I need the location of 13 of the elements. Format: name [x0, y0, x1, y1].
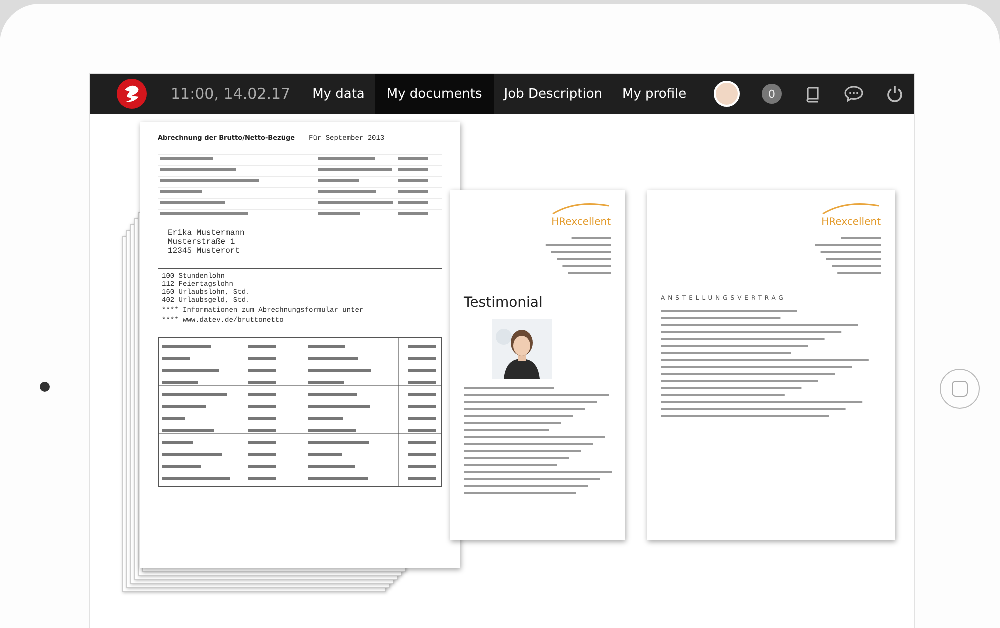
nav-tab[interactable]: Job Description — [494, 74, 613, 114]
nav-tab[interactable]: My data — [302, 74, 375, 114]
testimonial-page[interactable]: HRexcellent Testimonial — [450, 190, 625, 540]
address-line: Musterstraße 1 — [168, 238, 236, 247]
nav-tab[interactable]: My profile — [612, 74, 697, 114]
nav-tab[interactable]: My documents — [374, 74, 494, 114]
company-logo: HRexcellent — [552, 202, 611, 229]
company-logo: HRexcellent — [822, 202, 881, 229]
document-title: Testimonial — [464, 295, 544, 311]
address-line: 12345 Musterort — [168, 247, 242, 256]
date-time: 11:00, 14.02.17 — [171, 85, 291, 103]
notification-count[interactable]: 0 — [762, 84, 782, 104]
address-line: Erika Mustermann — [168, 229, 246, 238]
